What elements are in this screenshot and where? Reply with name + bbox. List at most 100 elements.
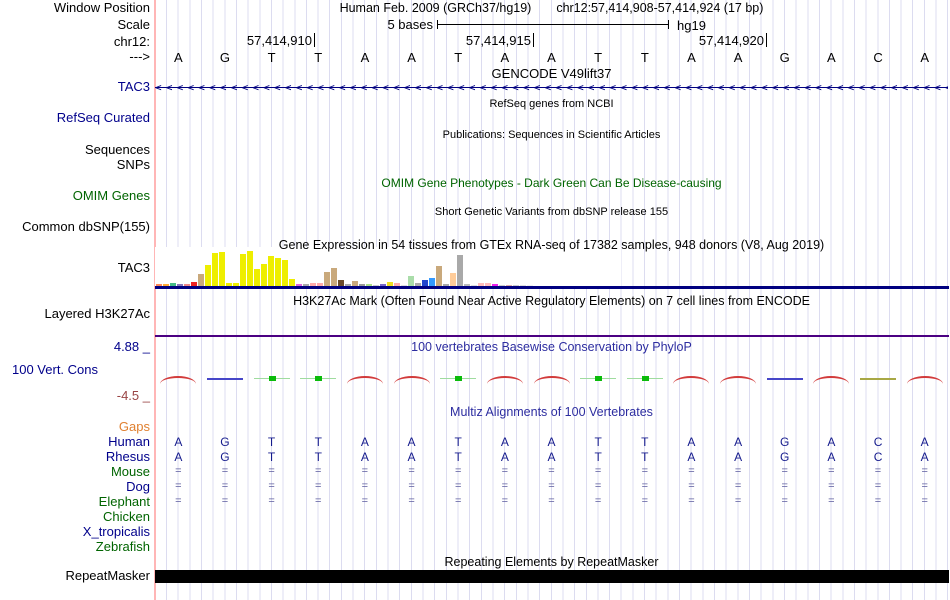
- gtex-tissue-bar: [198, 274, 204, 286]
- gtex-tissue-bar: [331, 268, 337, 286]
- gtex-expression-barchart[interactable]: [155, 247, 621, 287]
- base-letter: A: [687, 50, 696, 65]
- alignment-base: G: [220, 450, 230, 464]
- alignment-identity-mark: =: [454, 480, 462, 492]
- species-label-dog[interactable]: Dog: [0, 480, 150, 494]
- alignment-identity-mark: =: [781, 465, 788, 477]
- species-label-x_tropicalis[interactable]: X_tropicalis: [0, 525, 150, 539]
- gtex-tissue-bar: [457, 255, 463, 286]
- track-label-sequences[interactable]: Sequences: [0, 143, 150, 157]
- alignment-identity-mark: =: [688, 495, 695, 507]
- conservation-mark-green: [253, 376, 290, 382]
- repeatmasker-element-bar[interactable]: [155, 570, 949, 583]
- base-letter: T: [594, 50, 603, 65]
- alignment-base: A: [500, 450, 509, 464]
- base-letter: T: [454, 50, 463, 65]
- species-label-elephant[interactable]: Elephant: [0, 495, 150, 509]
- track-label-layered-h3k27ac[interactable]: Layered H3K27Ac: [0, 307, 150, 321]
- alignment-identity-mark: =: [408, 495, 415, 507]
- track-label-common-dbsnp[interactable]: Common dbSNP(155): [0, 220, 150, 234]
- conservation-mark-green: [300, 376, 337, 382]
- gtex-tissue-bar: [268, 256, 274, 286]
- position-range: chr12:57,414,908-57,414,924 (17 bp): [556, 1, 764, 15]
- alignment-base: A: [920, 450, 929, 464]
- track-title-gencode[interactable]: GENCODE V49lift37: [155, 66, 948, 81]
- scale-ruler: [437, 20, 669, 29]
- conservation-green-dot: [595, 376, 603, 381]
- reverse-strand-arrows: <<<<<<<<<<<<<<<<<<<<<<<<<<<<<<<<<<<<<<<<…: [155, 81, 948, 94]
- alignment-identity-mark: =: [734, 480, 742, 492]
- conservation-mark-green: [580, 376, 617, 382]
- alignment-base: A: [174, 450, 183, 464]
- scale-label: Scale: [117, 17, 150, 32]
- gtex-tissue-bar: [240, 254, 246, 286]
- alignment-identity-mark: =: [501, 495, 509, 507]
- track-label-100-vert-cons[interactable]: 100 Vert. Cons: [0, 363, 98, 377]
- alignment-identity-mark: =: [315, 495, 322, 507]
- conservation-mark-red: [533, 376, 570, 384]
- gtex-tissue-bar: [282, 260, 288, 286]
- assembly-title: Human Feb. 2009 (GRCh37/hg19): [339, 1, 532, 15]
- species-label-rhesus[interactable]: Rhesus: [0, 450, 150, 464]
- track-title-h3k27ac[interactable]: H3K27Ac Mark (Often Found Near Active Re…: [155, 294, 948, 308]
- alignment-base: C: [873, 450, 883, 464]
- conservation-green-dot: [641, 376, 649, 381]
- species-label-chicken[interactable]: Chicken: [0, 510, 150, 524]
- track-label-tac3-gtex[interactable]: TAC3: [0, 261, 150, 275]
- species-label-mouse[interactable]: Mouse: [0, 465, 150, 479]
- assembly-tag: hg19: [677, 18, 706, 33]
- conservation-mark-green: [440, 376, 477, 382]
- alignment-base: T: [641, 450, 649, 464]
- track-label-tac3-gene[interactable]: TAC3: [0, 80, 150, 94]
- alignment-identity-mark: =: [734, 495, 742, 507]
- conservation-green-dot: [268, 376, 276, 381]
- alignment-base: T: [641, 435, 649, 449]
- base-letter: A: [827, 50, 836, 65]
- alignment-base: A: [407, 435, 416, 449]
- alignment-base: A: [360, 435, 369, 449]
- track-title-dbsnp[interactable]: Short Genetic Variants from dbSNP releas…: [155, 206, 948, 218]
- alignment-identity-mark: =: [268, 495, 275, 507]
- alignment-base: A: [734, 450, 743, 464]
- track-label-omim-genes[interactable]: OMIM Genes: [0, 189, 150, 203]
- alignment-base: G: [220, 435, 230, 449]
- tac3-gene-item[interactable]: <<<<<<<<<<<<<<<<<<<<<<<<<<<<<<<<<<<<<<<<…: [155, 81, 948, 94]
- track-title-refseq[interactable]: RefSeq genes from NCBI: [155, 98, 948, 110]
- window-position-label: Window Position: [53, 0, 150, 15]
- species-label-human[interactable]: Human: [0, 435, 150, 449]
- genome-browser-image: Window Position Scale chr12: ---> TAC3 R…: [0, 0, 950, 600]
- alignment-identity-mark: =: [408, 480, 415, 492]
- species-label-gaps[interactable]: Gaps: [0, 420, 150, 434]
- gtex-tissue-bar: [261, 264, 267, 286]
- alignment-base: A: [827, 450, 836, 464]
- coordinate-tick: [314, 33, 315, 47]
- gtex-baseline: [155, 286, 949, 289]
- base-letter: A: [547, 50, 556, 65]
- alignment-identity-mark: =: [501, 480, 509, 492]
- track-label-refseq-curated[interactable]: RefSeq Curated: [0, 111, 150, 125]
- gtex-tissue-bar: [429, 278, 435, 286]
- alignment-identity-mark: =: [781, 480, 788, 492]
- base-letter: A: [500, 50, 510, 65]
- track-title-repeatmasker[interactable]: Repeating Elements by RepeatMasker: [155, 555, 948, 569]
- track-title-multiz[interactable]: Multiz Alignments of 100 Vertebrates: [155, 405, 948, 419]
- h3k27ac-track-line: [155, 335, 949, 337]
- base-letter: G: [219, 50, 231, 65]
- alignment-base: A: [407, 450, 416, 464]
- track-title-omim[interactable]: OMIM Gene Phenotypes - Dark Green Can Be…: [155, 176, 948, 190]
- alignment-base: A: [360, 450, 369, 464]
- species-label-zebrafish[interactable]: Zebrafish: [0, 540, 150, 554]
- strand-direction-label[interactable]: --->: [0, 50, 150, 64]
- track-label-snps[interactable]: SNPs: [0, 158, 150, 172]
- alignment-identity-mark: =: [641, 480, 648, 492]
- track-title-phylop[interactable]: 100 vertebrates Basewise Conservation by…: [155, 340, 948, 354]
- alignment-identity-mark: =: [408, 465, 415, 477]
- alignment-base: A: [687, 435, 696, 449]
- alignment-identity-mark: =: [734, 465, 742, 477]
- track-title-gtex[interactable]: Gene Expression in 54 tissues from GTEx …: [155, 238, 948, 252]
- conservation-mark-red: [393, 376, 430, 384]
- gtex-tissue-bar: [205, 265, 211, 286]
- track-title-publications[interactable]: Publications: Sequences in Scientific Ar…: [155, 129, 948, 141]
- track-label-repeatmasker[interactable]: RepeatMasker: [0, 569, 150, 583]
- alignment-identity-mark: =: [594, 480, 602, 492]
